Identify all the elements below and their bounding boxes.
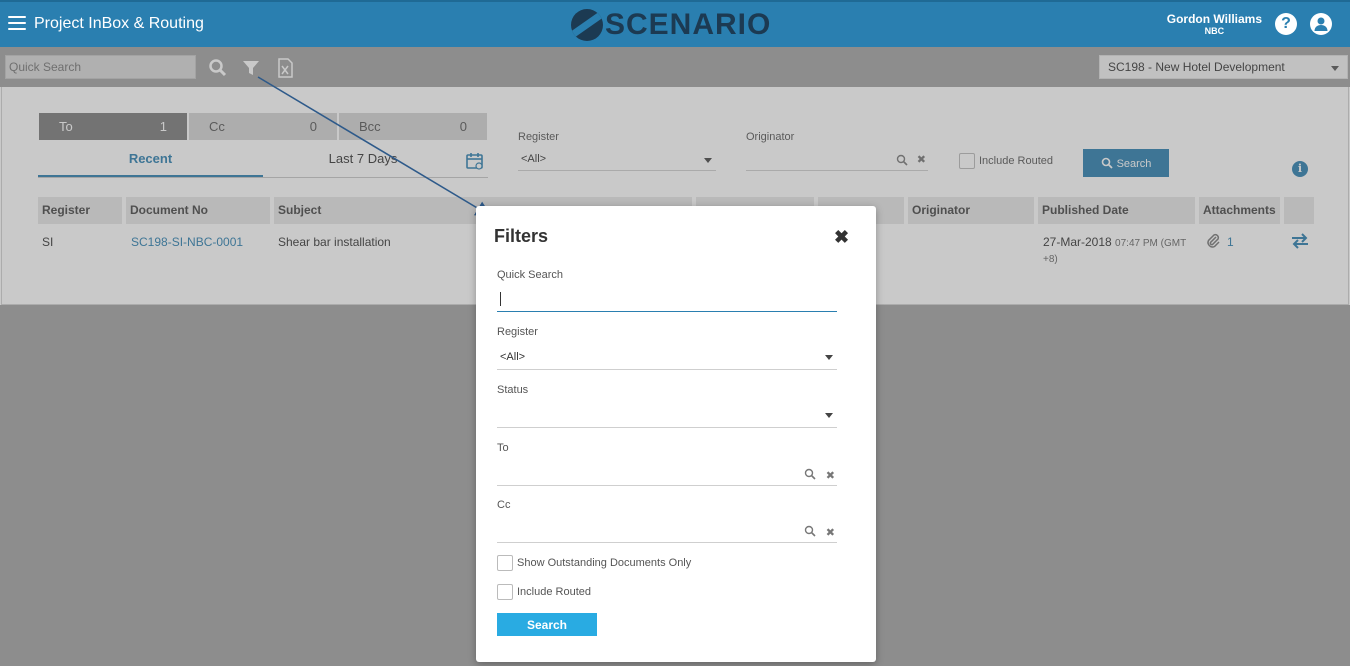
to-label: To: [497, 442, 509, 454]
user-icon[interactable]: [1310, 13, 1332, 35]
outstanding-only-label: Show Outstanding Documents Only: [517, 557, 692, 569]
user-name: Gordon Williams: [1166, 12, 1262, 26]
close-icon[interactable]: ✖: [834, 228, 849, 246]
quick-search-field[interactable]: [497, 288, 837, 312]
scenario-logo: SCENARIO: [571, 8, 771, 42]
hamburger-icon[interactable]: [8, 16, 26, 30]
chevron-down-icon: [825, 413, 833, 418]
clear-icon[interactable]: ✖: [826, 469, 835, 482]
dialog-search-button[interactable]: Search: [497, 613, 597, 636]
outstanding-only-checkbox[interactable]: [497, 555, 513, 571]
register-select[interactable]: <All>: [497, 346, 837, 370]
dialog-title: Filters: [494, 226, 549, 246]
quick-search-label: Quick Search: [497, 269, 564, 281]
status-select[interactable]: [497, 404, 837, 428]
app-title: Project InBox & Routing: [34, 15, 204, 32]
filters-dialog: Filters ✖ Quick Search Register <All> St…: [476, 206, 876, 662]
search-icon[interactable]: [804, 468, 816, 483]
to-field[interactable]: ✖: [497, 462, 837, 486]
cc-label: Cc: [497, 499, 511, 511]
user-org: NBC: [1204, 26, 1225, 36]
status-label: Status: [497, 384, 529, 396]
include-routed-label: Include Routed: [517, 586, 591, 598]
include-routed-checkbox[interactable]: [497, 584, 513, 600]
clear-icon[interactable]: ✖: [826, 526, 835, 539]
logo-mark-icon: [571, 9, 603, 41]
app-header: Project InBox & Routing SCENARIO Gordon …: [0, 0, 1350, 47]
text-cursor: [500, 292, 501, 306]
user-info: Gordon Williams NBC: [1167, 12, 1262, 36]
register-label: Register: [497, 326, 538, 338]
cc-field[interactable]: ✖: [497, 519, 837, 543]
help-icon[interactable]: ?: [1275, 13, 1297, 35]
search-icon[interactable]: [804, 525, 816, 540]
chevron-down-icon: [825, 355, 833, 360]
